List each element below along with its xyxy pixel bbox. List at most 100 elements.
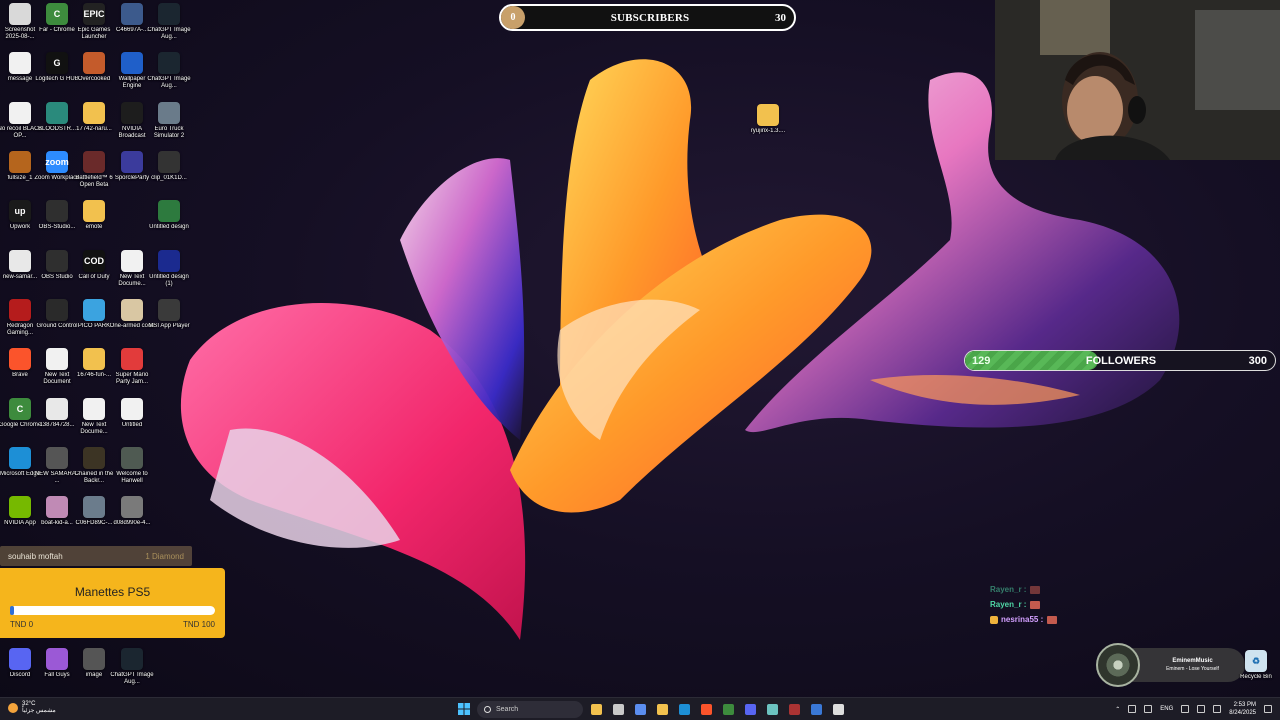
file-image-icon — [46, 447, 68, 469]
notification-icon[interactable] — [1264, 705, 1272, 713]
sporcle-icon — [121, 151, 143, 173]
taskbar-app-button[interactable] — [741, 700, 759, 718]
logitech-icon: G — [46, 52, 68, 74]
taskbar-app-button[interactable] — [719, 700, 737, 718]
donation-goal-max: TND 100 — [182, 620, 215, 629]
call-of-duty-icon: COD — [83, 250, 105, 272]
desktop-icon[interactable]: ChatGPT Image Aug... — [147, 3, 191, 41]
clock-date: 8/24/2025 — [1229, 710, 1256, 716]
donation-goal-fill — [10, 606, 15, 615]
bluetooth-icon[interactable] — [1144, 705, 1153, 713]
overcooked-icon — [83, 52, 105, 74]
taskbar-app-button[interactable] — [653, 700, 671, 718]
nvidia-broadcast-icon — [121, 102, 143, 124]
desktop-folder-ryujinx[interactable]: ryujinx-1.3.... — [748, 104, 788, 135]
desktop-icon[interactable]: COD Call of Duty — [74, 250, 114, 281]
chrome-icon — [722, 703, 734, 715]
chatgpt-image-icon — [158, 3, 180, 25]
wifi-icon[interactable] — [1181, 705, 1190, 713]
desktop-icon-label: clip_01K1D... — [151, 175, 187, 181]
desktop-icon[interactable]: clip_01K1D... — [149, 151, 189, 182]
taskbar-app-button[interactable] — [697, 700, 715, 718]
desktop-icon-label: MSI App Player — [148, 323, 190, 329]
desktop-icon[interactable]: MSI App Player — [148, 299, 190, 330]
file-explorer-icon — [590, 703, 602, 715]
battery-icon[interactable] — [1213, 705, 1222, 713]
ground-control-icon — [46, 299, 68, 321]
discord-icon — [744, 703, 756, 715]
desktop-icon-label: d08d990e-4... — [113, 520, 151, 526]
taskbar-app-button[interactable] — [631, 700, 649, 718]
one-armed-cook-icon — [121, 299, 143, 321]
taskbar-search[interactable]: Search — [477, 700, 583, 718]
desktop-icon[interactable]: C06FD89C-... — [74, 496, 114, 527]
recycle-bin-label: Recycle Bin — [1240, 674, 1272, 680]
desktop-icon[interactable]: Super Mario Party Jam... — [112, 348, 152, 386]
desktop-icon-label: ChatGPT Image Aug... — [110, 672, 154, 685]
desktop-icon-label: Untitled — [121, 422, 143, 428]
text-file-icon — [9, 52, 31, 74]
language-indicator[interactable]: ENG — [1160, 706, 1173, 712]
desktop-icon[interactable]: d08d990e-4... — [112, 496, 152, 527]
desktop-icon[interactable]: Untitled design (1) — [149, 250, 189, 288]
desktop-icon[interactable]: Untitled design — [149, 200, 189, 231]
volume-icon[interactable] — [1197, 705, 1206, 713]
desktop-icon[interactable]: ChatGPT Image Aug... — [147, 52, 191, 90]
start-button[interactable] — [455, 700, 473, 718]
desktop-icon[interactable]: Battlefield™ 6 Open Beta — [74, 151, 114, 189]
desktop-icon[interactable]: Euro Truck Simulator 2 — [149, 102, 189, 140]
desktop-icon[interactable]: No recoil BLACK OP... — [0, 102, 43, 140]
desktop-icon[interactable]: 16746-fun-... — [74, 348, 114, 379]
msi-app-player-icon — [158, 299, 180, 321]
desktop-icon-label: ChatGPT Image Aug... — [147, 76, 191, 89]
emote-icon — [1030, 585, 1041, 594]
notepad-icon — [766, 703, 778, 715]
desktop-icon-label: Euro Truck Simulator 2 — [153, 126, 185, 139]
desktop-icon[interactable]: Screenshot 2025-08-... — [0, 3, 40, 41]
zoom-icon: zoom — [45, 151, 69, 173]
followers-title: FOLLOWERS — [1085, 355, 1157, 367]
weather-widget[interactable]: 32°C مشمس جزئياً — [8, 701, 56, 715]
game-icon — [121, 447, 143, 469]
taskbar-app-button[interactable] — [609, 700, 627, 718]
taskbar-app-button[interactable] — [763, 700, 781, 718]
desktop-icon[interactable]: 17742-naru... — [74, 102, 114, 133]
taskbar-app-button[interactable] — [829, 700, 847, 718]
taskbar-app-button[interactable] — [587, 700, 605, 718]
redragon-icon — [9, 299, 31, 321]
desktop-icon[interactable]: EPIC Epic Games Launcher — [74, 3, 114, 41]
folder-icon — [757, 104, 779, 126]
chevron-up-icon[interactable]: ⌃ — [1115, 706, 1120, 713]
taskbar-app-button[interactable] — [807, 700, 825, 718]
clock[interactable]: 2:53 PM 8/24/2025 — [1229, 701, 1256, 717]
network-icon[interactable] — [1128, 705, 1137, 713]
file-image-icon — [83, 496, 105, 518]
desktop-icon[interactable]: New Text Docume... — [74, 398, 114, 436]
obs-icon — [46, 200, 68, 222]
text-file-icon — [46, 348, 68, 370]
desktop-icon[interactable]: New Text Document — [37, 348, 77, 386]
recycle-bin[interactable]: ♻ Recycle Bin — [1236, 650, 1276, 681]
taskbar-app-button[interactable] — [785, 700, 803, 718]
taskbar-app-button[interactable] — [675, 700, 693, 718]
desktop-icon[interactable]: image — [74, 648, 114, 679]
desktop-icon[interactable]: Chained in the Backr... — [74, 447, 114, 485]
game-icon — [83, 447, 105, 469]
desktop-icon[interactable]: PICO PARK — [74, 299, 114, 330]
event-user: Rayen_r : — [990, 585, 1027, 594]
file-image-icon — [9, 151, 31, 173]
desktop-icon[interactable]: Redragon Gaming... — [0, 299, 40, 337]
desktop-icon[interactable]: Welcome to Hanwell — [112, 447, 152, 485]
copilot-icon — [634, 703, 646, 715]
file-image-icon — [121, 496, 143, 518]
video-file-icon — [46, 398, 68, 420]
subscribers-goal: 30 — [775, 11, 786, 24]
task-view-icon — [612, 703, 624, 715]
desktop-icon[interactable]: ChatGPT Image Aug... — [110, 648, 154, 686]
desktop-icon[interactable]: emote — [74, 200, 114, 231]
event-row: Rayen_r : — [990, 582, 1100, 597]
file-image-icon — [158, 200, 180, 222]
desktop-icon[interactable]: Overcooked — [74, 52, 114, 83]
now-playing-widget: EminemMusic Eminem - Lose Yourself — [1096, 643, 1245, 687]
desktop-icon[interactable]: Untitled — [112, 398, 152, 429]
